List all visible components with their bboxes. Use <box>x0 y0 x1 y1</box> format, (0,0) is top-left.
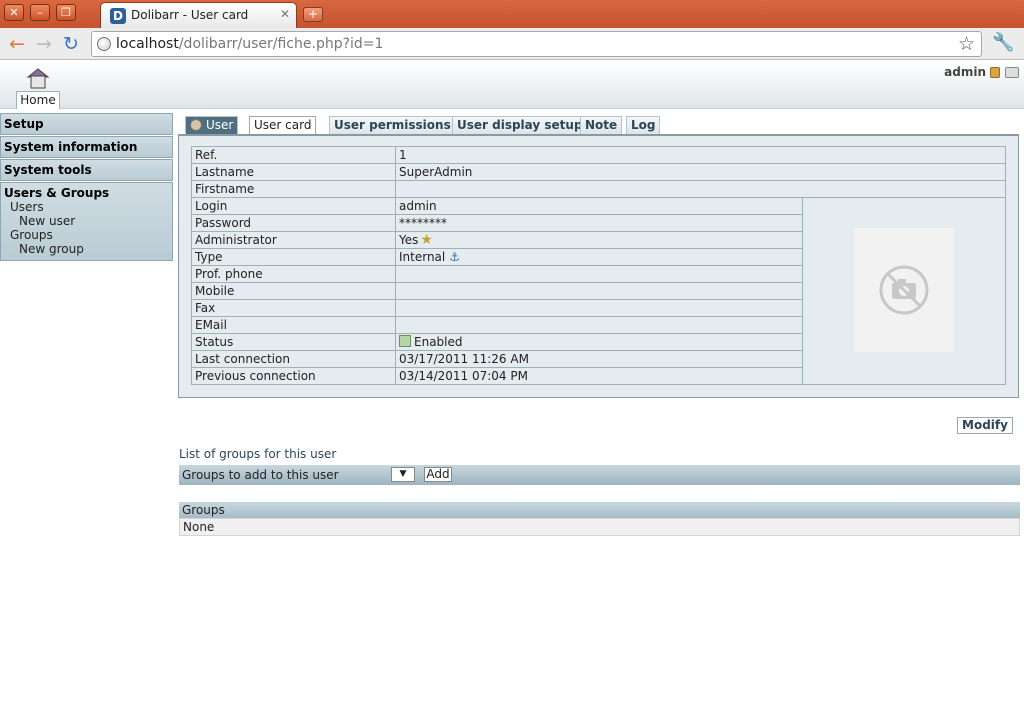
menu-item-new-user[interactable]: New user <box>1 214 172 228</box>
add-group-button[interactable]: Add <box>424 467 452 482</box>
email-value <box>395 316 803 334</box>
browser-toolbar: ← → ↻ localhost/dolibarr/user/fiche.php?… <box>0 28 1024 60</box>
table-row: Firstname <box>191 180 1006 198</box>
login-value: admin <box>395 197 803 215</box>
administrator-cell: Yes ★ <box>395 231 803 249</box>
menu-item-groups[interactable]: Groups <box>1 228 172 242</box>
administrator-label: Administrator <box>191 231 396 249</box>
dolibarr-favicon-icon: D <box>110 8 126 24</box>
password-label: Password <box>191 214 396 232</box>
browser-tab[interactable]: D Dolibarr - User card ✕ <box>100 2 297 28</box>
ref-value: 1 <box>395 146 1006 164</box>
fax-value <box>395 299 803 317</box>
administrator-value: Yes <box>399 233 419 247</box>
globe-icon <box>97 37 111 51</box>
prof-phone-label: Prof. phone <box>191 265 396 283</box>
browser-tab-title: Dolibarr - User card <box>131 8 249 22</box>
url-path: /dolibarr/user/fiche.php?id=1 <box>178 36 384 52</box>
wrench-menu-icon[interactable]: 🔧 <box>992 32 1014 53</box>
menu-item-system-tools[interactable]: System tools <box>1 160 172 180</box>
last-connection-label: Last connection <box>191 350 396 368</box>
password-value: ******** <box>395 214 803 232</box>
url-text[interactable]: localhost/dolibarr/user/fiche.php?id=1 <box>116 36 383 52</box>
user-card-table: Ref. 1 Lastname SuperAdmin Firstname Log… <box>191 146 1006 385</box>
lastname-label: Lastname <box>191 163 396 181</box>
tab-close-icon[interactable]: ✕ <box>280 7 290 21</box>
dolibarr-top-menu: Home admin <box>0 61 1024 109</box>
firstname-value <box>395 180 1006 198</box>
type-label: Type <box>191 248 396 266</box>
mobile-value <box>395 282 803 300</box>
bookmark-star-icon[interactable]: ☆ <box>958 33 975 55</box>
admin-star-icon: ★ <box>420 232 433 248</box>
status-value: Enabled <box>414 335 463 349</box>
groups-table-header: Groups <box>179 502 1020 518</box>
groups-table-empty-row: None <box>179 518 1020 536</box>
printer-icon[interactable] <box>1005 67 1019 78</box>
reload-icon[interactable]: ↻ <box>60 33 82 55</box>
firstname-label: Firstname <box>191 180 396 198</box>
browser-titlebar: ✕ – ❐ D Dolibarr - User card ✕ + <box>0 0 1024 28</box>
login-label: Login <box>191 197 396 215</box>
menu-block-setup: Setup <box>0 113 173 135</box>
home-icon[interactable] <box>25 66 51 90</box>
status-label: Status <box>191 333 396 351</box>
user-icon <box>190 119 202 131</box>
tab-user-head: User <box>185 116 239 134</box>
table-row: Lastname SuperAdmin <box>191 163 1006 181</box>
photo-cell <box>802 197 1006 385</box>
prof-phone-value <box>395 265 803 283</box>
mobile-label: Mobile <box>191 282 396 300</box>
user-photo[interactable] <box>854 227 954 352</box>
tab-user-display-setup[interactable]: User display setup <box>452 116 588 134</box>
lastname-value: SuperAdmin <box>395 163 1006 181</box>
logout-lock-icon[interactable] <box>990 67 1000 78</box>
menu-item-new-group[interactable]: New group <box>1 242 172 256</box>
menu-item-users[interactable]: Users <box>1 200 172 214</box>
address-bar[interactable]: localhost/dolibarr/user/fiche.php?id=1 ☆ <box>91 31 982 57</box>
window-minimize-button[interactable]: – <box>30 4 50 21</box>
add-group-label: Groups to add to this user <box>182 468 339 482</box>
last-connection-value: 03/17/2011 11:26 AM <box>395 350 803 368</box>
menu-block-system-information: System information <box>0 136 173 158</box>
menu-block-system-tools: System tools <box>0 159 173 181</box>
forward-arrow-icon[interactable]: → <box>33 33 55 55</box>
menu-item-system-information[interactable]: System information <box>1 137 172 157</box>
tab-user-permissions[interactable]: User permissions <box>329 116 456 134</box>
ref-label: Ref. <box>191 146 396 164</box>
add-group-bar: Groups to add to this user ▼ Add <box>179 465 1020 485</box>
tab-log[interactable]: Log <box>626 116 661 134</box>
menu-block-users-groups: Users & Groups Users New user Groups New… <box>0 182 173 261</box>
home-tab[interactable]: Home <box>16 91 60 109</box>
new-tab-button[interactable]: + <box>303 7 323 22</box>
menu-item-users-groups[interactable]: Users & Groups <box>1 183 172 200</box>
login-name[interactable]: admin <box>944 65 986 79</box>
modify-button[interactable]: Modify <box>957 417 1013 434</box>
card-tabs: User User card User permissions User dis… <box>179 115 1019 134</box>
email-label: EMail <box>191 316 396 334</box>
previous-connection-value: 03/14/2011 07:04 PM <box>395 367 803 385</box>
table-row: Login admin <box>191 197 1006 385</box>
back-arrow-icon[interactable]: ← <box>6 33 28 55</box>
tab-user-card[interactable]: User card <box>249 116 317 134</box>
left-menu: Setup System information System tools Us… <box>0 113 173 262</box>
table-row: Ref. 1 <box>191 146 1006 164</box>
status-enabled-icon <box>399 335 411 347</box>
no-photo-icon <box>879 265 929 314</box>
window-maximize-button[interactable]: ❐ <box>56 4 76 21</box>
tab-user-head-label: User <box>206 118 234 132</box>
anchor-icon: ⚓ <box>449 250 461 264</box>
fax-label: Fax <box>191 299 396 317</box>
status-cell: Enabled <box>395 333 803 351</box>
group-select-dropdown[interactable]: ▼ <box>391 467 415 482</box>
user-card-box: Ref. 1 Lastname SuperAdmin Firstname Log… <box>178 134 1019 398</box>
previous-connection-label: Previous connection <box>191 367 396 385</box>
tab-note[interactable]: Note <box>580 116 623 134</box>
url-host: localhost <box>116 36 179 52</box>
groups-section-title: List of groups for this user <box>179 447 337 461</box>
menu-item-setup[interactable]: Setup <box>1 114 172 134</box>
type-cell: Internal ⚓ <box>395 248 803 266</box>
type-value: Internal <box>399 250 446 264</box>
window-close-button[interactable]: ✕ <box>4 4 24 21</box>
